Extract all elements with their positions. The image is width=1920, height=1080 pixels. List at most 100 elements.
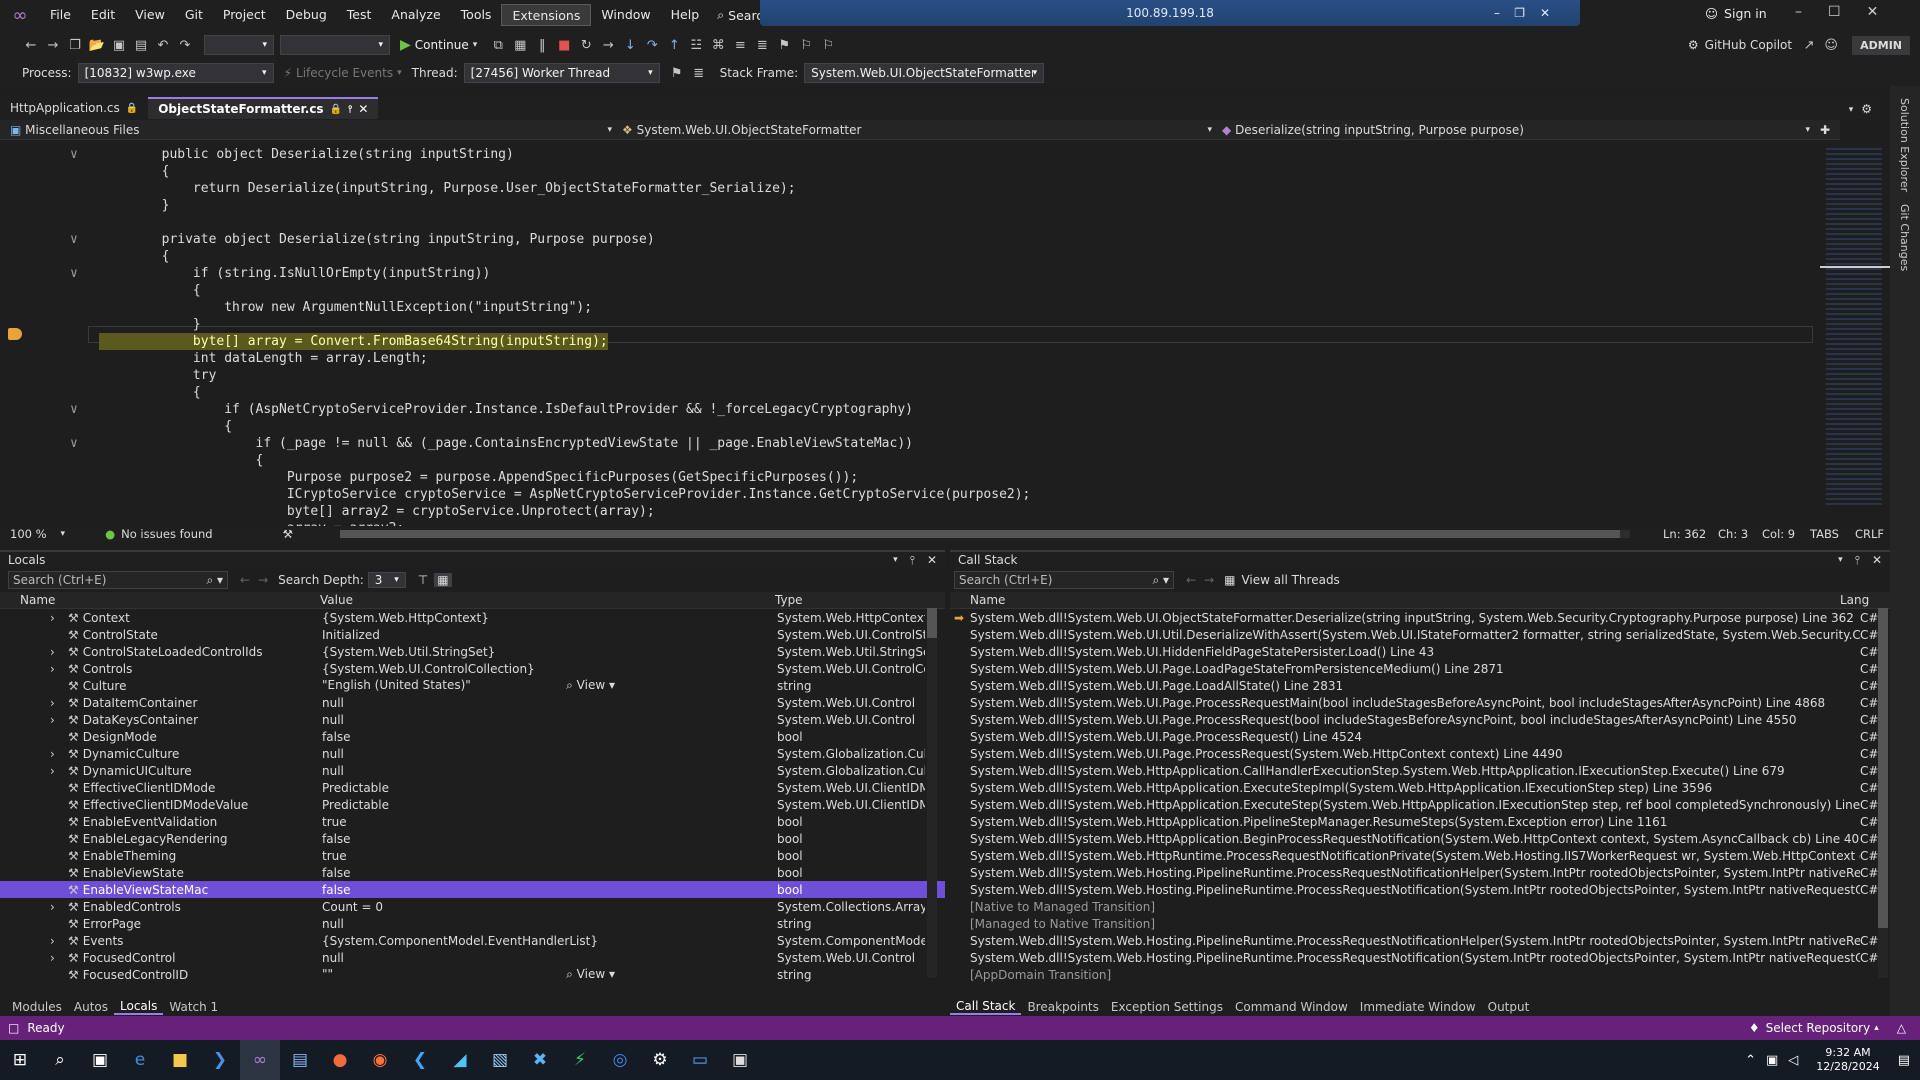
local-value[interactable]: {System.ComponentModel.EventHandlerList} bbox=[322, 934, 598, 948]
back-icon[interactable]: ← bbox=[1186, 573, 1196, 587]
menu-item-window[interactable]: Window bbox=[591, 4, 660, 26]
view-button[interactable]: ⌕ View ▾ bbox=[566, 678, 775, 693]
callstack-search-input[interactable]: Search (Ctrl+E) ⌕ ▾ bbox=[954, 571, 1174, 589]
fold-toggle-icon[interactable]: ∨ bbox=[70, 231, 78, 248]
dropdown-icon[interactable]: ▾ bbox=[1838, 555, 1843, 565]
tab-output[interactable]: Output bbox=[1482, 1000, 1536, 1014]
tray-chevron-icon[interactable]: ⌃ bbox=[1745, 1053, 1756, 1068]
stop-icon[interactable]: ■ bbox=[553, 34, 575, 56]
remote-desktop-icon[interactable]: ▭ bbox=[680, 1040, 720, 1080]
depth-dropdown[interactable]: 3 ▾ bbox=[367, 572, 406, 588]
callstack-frame[interactable]: System.Web.dll!System.Web.Hosting.Pipeli… bbox=[950, 864, 1890, 881]
settings-icon[interactable]: ⚙ bbox=[1861, 102, 1872, 116]
zoom-level[interactable]: 100 % bbox=[10, 527, 47, 541]
local-value[interactable]: true bbox=[322, 849, 347, 863]
expand-icon[interactable]: › bbox=[50, 900, 64, 914]
local-value[interactable]: Predictable bbox=[322, 798, 389, 812]
locals-row[interactable]: › ⚒ Context {System.Web.HttpContext} System.… bbox=[0, 609, 945, 626]
callstack-frame[interactable]: System.Web.dll!System.Web.UI.Page.Proces… bbox=[950, 711, 1890, 728]
platform-dropdown[interactable]: ▾ bbox=[280, 35, 390, 55]
scrollbar-thumb[interactable] bbox=[1878, 608, 1888, 928]
type-dropdown[interactable]: ❖ System.Web.UI.ObjectStateFormatter ▾ bbox=[612, 123, 1212, 137]
expand-icon[interactable]: › bbox=[50, 611, 64, 625]
locals-search-input[interactable]: Search (Ctrl+E) ⌕ ▾ bbox=[8, 571, 228, 589]
expand-icon[interactable]: › bbox=[50, 645, 64, 659]
tab-objectstateformatter[interactable]: ObjectStateFormatter.cs 🔒 ⫯ ✕ bbox=[148, 97, 379, 119]
local-value[interactable]: null bbox=[322, 747, 344, 761]
local-value[interactable]: false bbox=[322, 730, 351, 744]
menu-item-extensions[interactable]: Extensions bbox=[501, 4, 592, 26]
tab-breakpoints[interactable]: Breakpoints bbox=[1021, 1000, 1104, 1014]
locals-row[interactable]: ⚒ EnableEventValidation true bool bbox=[0, 813, 945, 830]
save-all-icon[interactable]: ▤ bbox=[130, 34, 152, 56]
sign-in-button[interactable]: ☺ Sign in bbox=[1705, 6, 1767, 21]
expand-icon[interactable]: › bbox=[50, 662, 64, 676]
code-editor[interactable]: public object Deserialize(string inputSt… bbox=[0, 140, 1820, 526]
line-ending[interactable]: CRLF bbox=[1855, 527, 1884, 541]
menu-item-tools[interactable]: Tools bbox=[451, 4, 502, 26]
fold-toggle-icon[interactable]: ∨ bbox=[70, 401, 78, 418]
locals-row[interactable]: › ⚒ ControlStateLoadedControlIds {System.We… bbox=[0, 643, 945, 660]
fold-toggle-icon[interactable]: ∨ bbox=[70, 265, 78, 282]
locals-row[interactable]: ⚒ ControlState Initialized System.Web.UI.Co… bbox=[0, 626, 945, 643]
uncomment-icon[interactable]: ≣ bbox=[751, 34, 773, 56]
locals-row[interactable]: › ⚒ DataItemContainer null System.Web.UI.Con… bbox=[0, 694, 945, 711]
callstack-frame[interactable]: [Native to Managed Transition] bbox=[950, 898, 1890, 915]
expand-icon[interactable]: › bbox=[50, 747, 64, 761]
local-value[interactable]: null bbox=[322, 696, 344, 710]
search-icon[interactable]: ⌕ bbox=[40, 1040, 80, 1080]
volume-icon[interactable]: ◁ bbox=[1788, 1053, 1798, 1068]
tab-exception-settings[interactable]: Exception Settings bbox=[1105, 1000, 1229, 1014]
expand-icon[interactable]: › bbox=[50, 713, 64, 727]
visual-studio-icon[interactable]: ∞ bbox=[240, 1040, 280, 1080]
locals-row[interactable]: ⚒ EffectiveClientIDModeValue Predictable Sy… bbox=[0, 796, 945, 813]
project-dropdown[interactable]: ▣ Miscellaneous Files ▾ bbox=[0, 123, 612, 137]
restore-remote-icon[interactable]: ❐ bbox=[1514, 6, 1525, 20]
callstack-frame[interactable]: System.Web.dll!System.Web.UI.Page.LoadPa… bbox=[950, 660, 1890, 677]
view-all-threads-button[interactable]: View all Threads bbox=[1241, 573, 1339, 587]
tab-locals[interactable]: Locals bbox=[114, 999, 164, 1015]
locals-row[interactable]: ⚒ EnableViewState false bool bbox=[0, 864, 945, 881]
minimap[interactable] bbox=[1820, 140, 1890, 526]
edge-browser-icon[interactable]: e bbox=[120, 1040, 160, 1080]
threads-icon[interactable]: ≣ bbox=[688, 62, 710, 84]
feedback-icon[interactable]: ☺ bbox=[1820, 34, 1842, 56]
local-value[interactable]: "English (United States)" bbox=[322, 678, 471, 693]
prev-bookmark-icon[interactable]: ⚐ bbox=[795, 34, 817, 56]
code-map-icon[interactable]: ⌘ bbox=[707, 34, 729, 56]
locals-row[interactable]: ⚒ FocusedControlID "" ⌕ View ▾ string bbox=[0, 966, 945, 983]
view-button[interactable]: ⌕ View ▾ bbox=[566, 967, 775, 982]
callstack-frame[interactable]: System.Web.dll!System.Web.HttpApplicatio… bbox=[950, 762, 1890, 779]
callstack-frame[interactable]: ➡ System.Web.dll!System.Web.UI.ObjectStat… bbox=[950, 609, 1890, 626]
local-value[interactable]: null bbox=[322, 917, 344, 931]
windows-start-icon[interactable]: ⊞ bbox=[0, 1040, 40, 1080]
local-value[interactable]: {System.Web.UI.ControlCollection} bbox=[322, 662, 535, 676]
expand-icon[interactable]: › bbox=[50, 934, 64, 948]
back-icon[interactable]: ← bbox=[20, 34, 42, 56]
fold-toggle-icon[interactable]: ∨ bbox=[70, 146, 78, 163]
stackframe-dropdown[interactable]: System.Web.UI.ObjectStateFormatter.Des▾ bbox=[804, 63, 1045, 83]
tab-modules[interactable]: Modules bbox=[6, 1000, 68, 1014]
callstack-frame[interactable]: System.Web.dll!System.Web.HttpApplicatio… bbox=[950, 813, 1890, 830]
local-value[interactable]: Initialized bbox=[322, 628, 380, 642]
tab-call-stack[interactable]: Call Stack bbox=[950, 999, 1022, 1015]
close-icon[interactable]: ✕ bbox=[1872, 553, 1882, 567]
callstack-frame[interactable]: System.Web.dll!System.Web.HttpApplicatio… bbox=[950, 796, 1890, 813]
dropdown-icon[interactable]: ▾ bbox=[893, 555, 898, 565]
tab-watch-1[interactable]: Watch 1 bbox=[163, 1000, 224, 1014]
locals-row[interactable]: › ⚒ FocusedControl null System.Web.UI.Contro… bbox=[0, 949, 945, 966]
redo-icon[interactable]: ↷ bbox=[174, 34, 196, 56]
locals-row[interactable]: ⚒ EnableLegacyRendering false bool bbox=[0, 830, 945, 847]
callstack-frame[interactable]: System.Web.dll!System.Web.Hosting.Pipeli… bbox=[950, 949, 1890, 966]
menu-item-project[interactable]: Project bbox=[213, 4, 276, 26]
firefox-icon[interactable]: ◉ bbox=[360, 1040, 400, 1080]
menu-item-view[interactable]: View bbox=[125, 4, 175, 26]
expand-icon[interactable]: › bbox=[50, 951, 64, 965]
locals-row[interactable]: ⚒ Culture "English (United States)" ⌕ View … bbox=[0, 677, 945, 694]
locals-row[interactable]: ⚒ ErrorPage null string bbox=[0, 915, 945, 932]
select-repository-button[interactable]: Select Repository bbox=[1766, 1021, 1871, 1035]
hot-reload-icon[interactable]: ☳ bbox=[685, 34, 707, 56]
local-value[interactable]: false bbox=[322, 866, 351, 880]
expand-icon[interactable]: › bbox=[50, 696, 64, 710]
scrollbar-thumb[interactable] bbox=[340, 530, 1620, 538]
